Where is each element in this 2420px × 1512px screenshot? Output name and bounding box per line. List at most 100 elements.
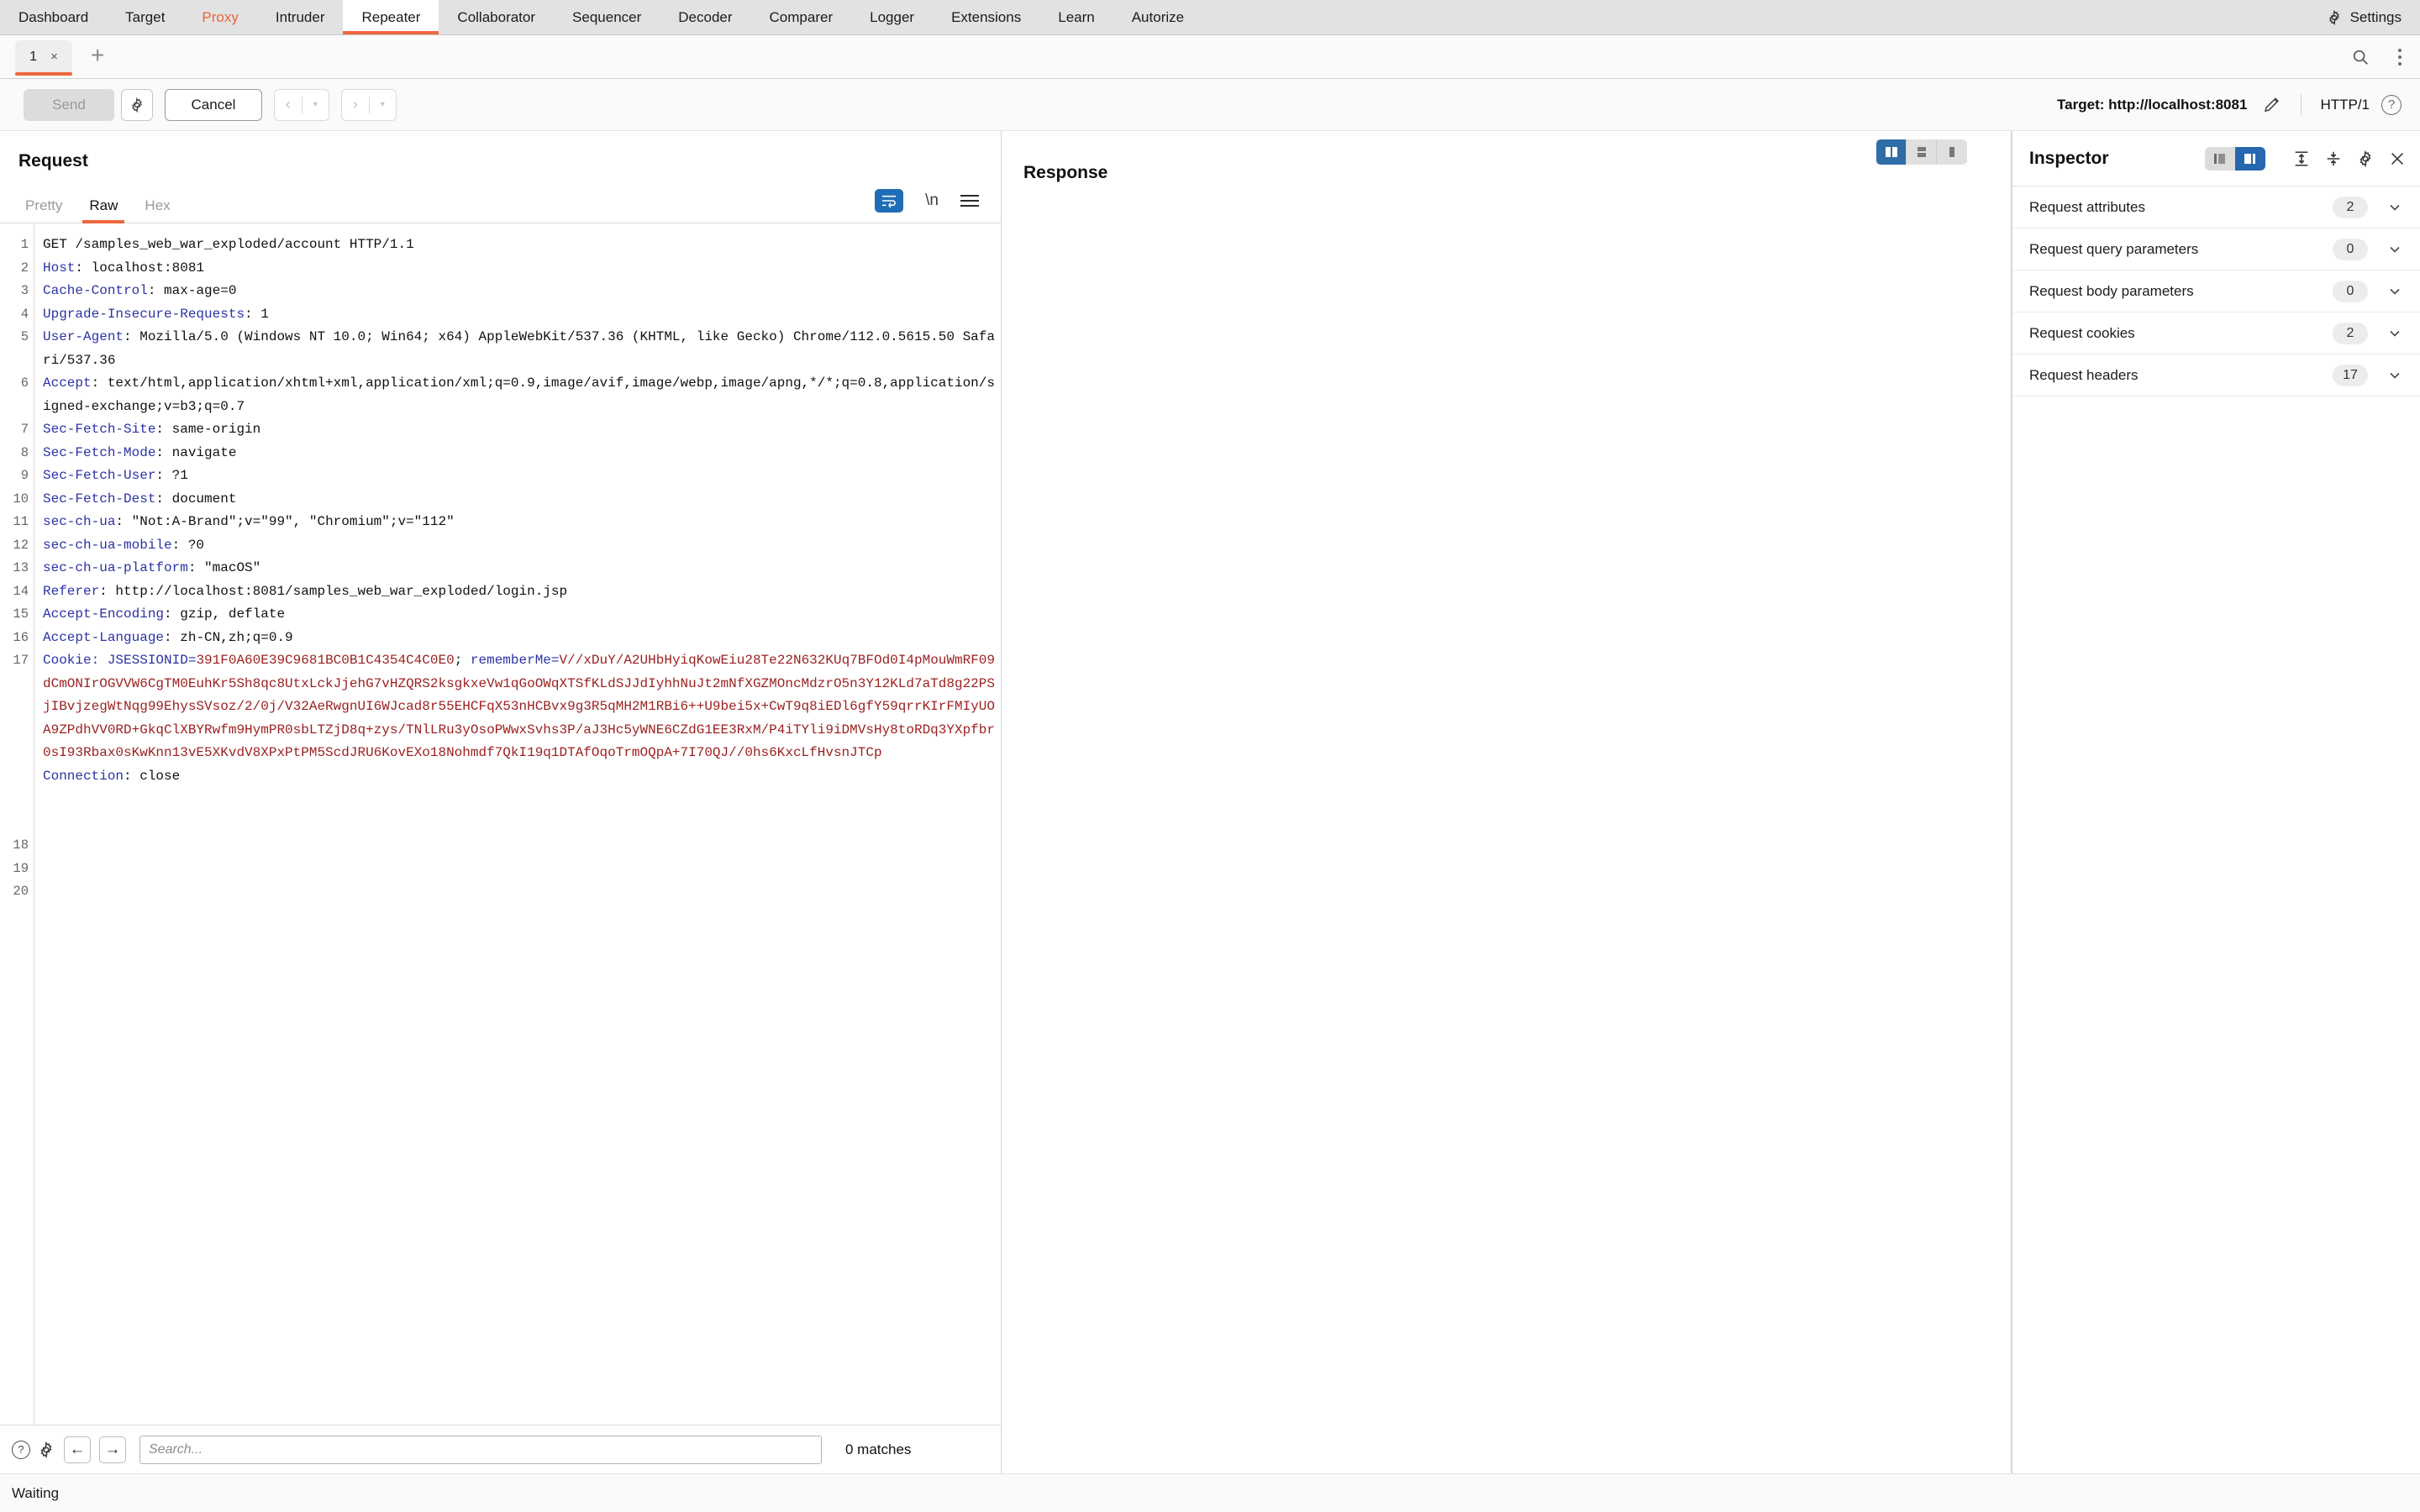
repeater-tab-bar: 1 × + [0,35,2420,79]
help-circle-icon[interactable]: ? [12,1440,30,1459]
next-request-dropdown[interactable]: ▾ [370,100,397,109]
previous-request-button[interactable]: ‹ ▾ [274,88,329,121]
help-icon[interactable]: ? [2381,94,2402,115]
chevron-down-icon[interactable] [2386,325,2403,342]
line-number: 19 [13,860,29,876]
line-number: 3 [20,283,29,298]
line-number [0,673,34,696]
chevron-down-icon[interactable] [2386,283,2403,300]
single-pane-layout-icon[interactable] [1937,139,1967,165]
topnav-tab-sequencer[interactable]: Sequencer [554,0,660,34]
collapse-all-icon[interactable] [2324,150,2343,168]
request-line: Sec-Fetch-Site: same-origin [43,418,1001,442]
hamburger-menu-icon[interactable] [960,194,979,207]
word-wrap-icon[interactable] [875,189,904,213]
status-text: Waiting [12,1484,60,1501]
request-line: sec-ch-ua: "Not:A-Brand";v="99", "Chromi… [43,511,1001,534]
topnav-tab-intruder[interactable]: Intruder [257,0,344,34]
header-key: Accept-Encoding [43,606,165,622]
topnav-tab-decoder[interactable]: Decoder [660,0,750,34]
response-body[interactable] [1002,183,2011,1473]
cookie-value: V//xDuY/A2UHbHyiqKowEiu28Te22N632KUq7BFO… [43,653,995,760]
topnav-tab-learn[interactable]: Learn [1039,0,1113,34]
send-settings-button[interactable] [121,88,153,121]
header-value: : same-origin [155,422,261,437]
repeater-session-tab-1[interactable]: 1 × [15,39,72,76]
target-label: Target: http://localhost:8081 [2057,96,2248,113]
inspector-section-request-headers[interactable]: Request headers 17 [2012,354,2420,396]
close-icon[interactable] [2388,150,2407,168]
tab-hex[interactable]: Hex [131,197,183,223]
header-value: : "Not:A-Brand";v="99", "Chromium";v="11… [115,514,455,529]
arrow-left-icon[interactable]: ← [64,1436,91,1463]
main-content: Request Pretty Raw Hex \n 123 4 5 6 7 8 … [0,131,2420,1473]
chevron-down-icon[interactable] [2386,241,2403,258]
chevron-down-icon[interactable] [2386,367,2403,384]
request-line: Accept-Language: zh-CN,zh;q=0.9 [43,627,1001,650]
close-icon[interactable]: × [50,50,58,64]
inspector-right-layout-icon[interactable] [2235,146,2265,171]
inspector-section-request-query-parameters[interactable]: Request query parameters 0 [2012,228,2420,270]
pencil-icon[interactable] [2262,95,2282,115]
chevron-down-icon[interactable] [2386,199,2403,216]
topnav-tab-extensions[interactable]: Extensions [933,0,1039,34]
cookie-name: rememberMe= [470,653,560,668]
search-icon[interactable] [2351,48,2370,66]
inspector-layout-toggle [2205,146,2265,171]
request-line: Sec-Fetch-User: ?1 [43,465,1001,488]
kebab-menu-icon[interactable] [2391,48,2408,66]
tab-raw[interactable]: Raw [76,197,131,223]
line-number: 7 [20,422,29,437]
topnav-tab-collaborator[interactable]: Collaborator [439,0,554,34]
search-input[interactable] [139,1435,822,1464]
request-panel: Request Pretty Raw Hex \n 123 4 5 6 7 8 … [0,131,1002,1473]
request-raw-text[interactable]: GET /samples_web_war_exploded/account HT… [34,223,1001,1425]
line-number: 17 [13,653,29,668]
header-key: Referer [43,583,100,599]
topnav-tab-target[interactable]: Target [107,0,183,34]
topnav-tab-logger[interactable]: Logger [851,0,933,34]
expand-all-icon[interactable] [2292,150,2311,168]
previous-request-dropdown[interactable]: ▾ [302,100,329,109]
inspector-section-request-attributes[interactable]: Request attributes 2 [2012,186,2420,228]
top-navigation-tabs: Dashboard Target Proxy Intruder Repeater Coll… [0,0,1202,34]
line-number: 9 [20,468,29,483]
arrow-right-icon[interactable]: → [99,1436,126,1463]
gear-icon[interactable] [37,1441,55,1459]
request-search-bar: ? ← → 0 matches [0,1425,1001,1473]
header-value: : gzip, deflate [164,606,286,622]
status-bar: Waiting [0,1473,2420,1512]
inspector-section-request-cookies[interactable]: Request cookies 2 [2012,312,2420,354]
cookie-separator: ; [454,653,471,668]
topnav-tab-autorize[interactable]: Autorize [1113,0,1202,34]
topnav-tab-proxy[interactable]: Proxy [183,0,256,34]
stacked-layout-icon[interactable] [1907,139,1937,165]
line-number: 4 [20,306,29,322]
search-matches-label: 0 matches [845,1441,912,1457]
settings-label: Settings [2349,8,2402,25]
topnav-tab-repeater[interactable]: Repeater [343,0,439,34]
line-number [0,696,34,719]
header-key: Cache-Control [43,283,148,298]
settings-button[interactable]: Settings [2314,0,2420,34]
request-view-tabs: Pretty Raw Hex \n [0,183,1001,223]
header-key: Sec-Fetch-Dest [43,491,156,507]
next-request-button[interactable]: › ▾ [341,88,397,121]
send-button[interactable]: Send [24,88,114,121]
header-value: : max-age=0 [147,283,237,298]
line-number [0,788,34,811]
gear-icon[interactable] [2356,150,2375,168]
topnav-tab-dashboard[interactable]: Dashboard [0,0,107,34]
newline-icon[interactable]: \n [925,192,939,210]
request-editor[interactable]: 1 2 3 4 5 6 7 8 9 10 11 12 13 14 15 16 17 18 19 20 GET /sam… [0,223,1001,1425]
add-tab-button[interactable]: + [91,43,104,71]
topnav-tab-comparer[interactable]: Comparer [751,0,852,34]
inspector-section-request-body-parameters[interactable]: Request body parameters 0 [2012,270,2420,312]
request-line: Connection: close [43,765,1001,789]
divider [2301,93,2302,116]
inspector-left-layout-icon[interactable] [2205,146,2235,171]
header-key: Host [43,260,76,276]
side-by-side-layout-icon[interactable] [1876,139,1907,165]
cancel-button[interactable]: Cancel [165,88,262,121]
tab-pretty[interactable]: Pretty [12,197,76,223]
